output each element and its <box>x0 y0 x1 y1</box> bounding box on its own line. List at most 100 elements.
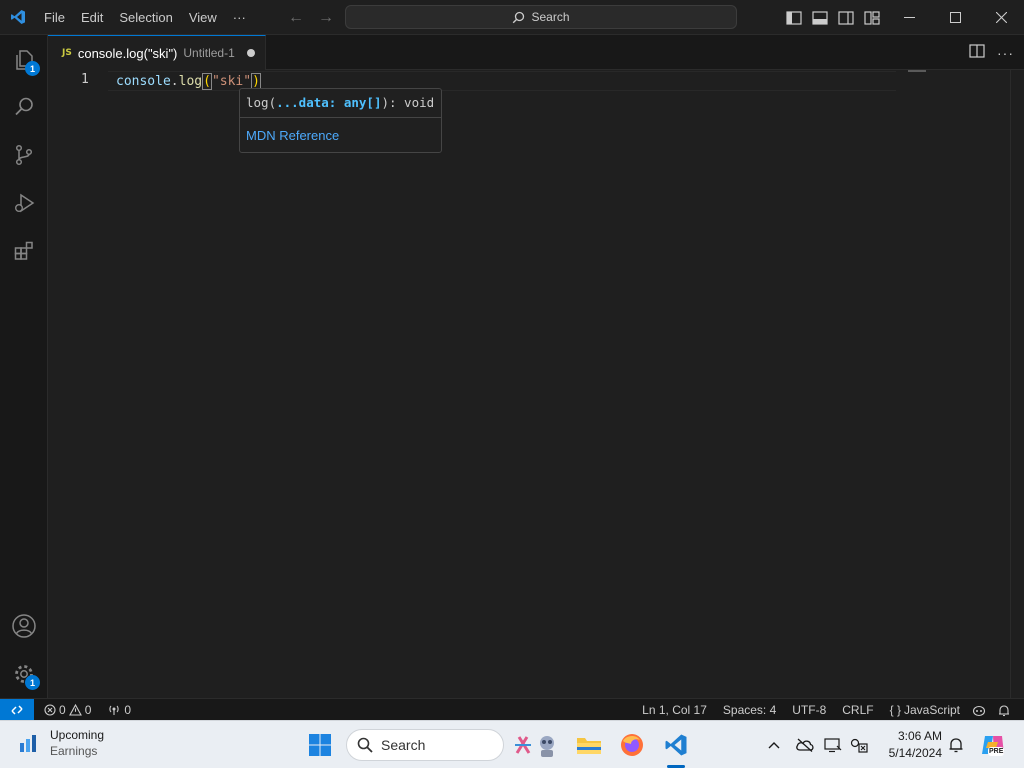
start-button[interactable] <box>308 733 332 757</box>
copilot-pre-badge: PRE <box>988 747 1005 756</box>
activity-bar: 1 1 <box>0 35 48 698</box>
activity-extensions[interactable] <box>0 227 48 275</box>
code-token-object: console <box>116 74 171 89</box>
settings-badge: 1 <box>25 675 40 690</box>
menu-bar: File Edit Selection View ··· <box>36 0 254 35</box>
problems-indicator[interactable]: 0 0 <box>38 703 97 717</box>
indentation[interactable]: Spaces: 4 <box>717 703 782 717</box>
navigation-arrows: ← → <box>286 0 336 35</box>
menu-view[interactable]: View <box>181 0 225 35</box>
menu-selection[interactable]: Selection <box>111 0 180 35</box>
activity-source-control[interactable] <box>0 131 48 179</box>
notifications-bell-icon[interactable] <box>992 704 1016 717</box>
code-token-dot: . <box>170 74 179 89</box>
code-token-function: log <box>178 74 203 89</box>
toggle-panel-icon[interactable] <box>811 9 829 27</box>
encoding[interactable]: UTF-8 <box>786 703 832 717</box>
firefox-icon[interactable] <box>616 729 648 761</box>
language-mode[interactable]: { } JavaScript <box>884 703 966 717</box>
minimize-icon[interactable] <box>886 0 932 35</box>
error-icon <box>44 703 56 716</box>
back-arrow-icon[interactable]: ← <box>286 9 306 27</box>
split-editor-icon[interactable] <box>969 44 985 61</box>
widget-subtitle: Earnings <box>50 744 98 758</box>
signature-parameter: ...data: any[] <box>276 95 382 110</box>
show-hidden-icons-chevron-icon[interactable] <box>764 741 784 749</box>
run-debug-icon <box>15 193 35 213</box>
more-actions-icon[interactable]: ··· <box>997 45 1014 61</box>
javascript-file-icon: JS <box>62 48 72 58</box>
end-of-line[interactable]: CRLF <box>836 703 879 717</box>
hover-divider <box>240 117 441 118</box>
status-bar: 0 0 0 Ln 1, Col 17 Spaces: 4 UTF-8 CRLF … <box>0 698 1024 721</box>
broadcast-icon <box>109 705 120 715</box>
window-controls <box>886 0 1024 35</box>
stock-chart-icon <box>20 735 36 752</box>
windows-taskbar: Upcoming Earnings Search 3:06 AM 5/14/20… <box>0 720 1024 768</box>
menu-edit[interactable]: Edit <box>73 0 111 35</box>
activity-search[interactable] <box>0 83 48 131</box>
customize-layout-icon[interactable] <box>863 9 881 27</box>
network-status-icon[interactable] <box>846 737 872 753</box>
code-editor[interactable]: 1 console.log("ski") <box>48 70 1024 698</box>
line-number: 1 <box>81 72 89 87</box>
onedrive-offline-icon[interactable] <box>790 738 820 752</box>
toggle-primary-sidebar-icon[interactable] <box>785 9 803 27</box>
activity-manage[interactable]: 1 <box>0 650 48 698</box>
hover-signature: log(...data: any[]): void <box>246 95 434 110</box>
hover-tooltip: log(...data: any[]): void MDN Reference <box>239 88 442 153</box>
forward-arrow-icon[interactable]: → <box>316 9 336 27</box>
search-highlight-icon[interactable] <box>510 729 562 761</box>
editor-tab-bar: JS console.log("ski") Untitled-1 ··· <box>48 35 1024 70</box>
search-icon <box>357 737 373 753</box>
notifications-bell-icon[interactable] <box>948 737 964 757</box>
tab-description: Untitled-1 <box>183 46 235 60</box>
remote-icon <box>11 704 23 715</box>
menu-file[interactable]: File <box>36 0 73 35</box>
status-bar-right: Ln 1, Col 17 Spaces: 4 UTF-8 CRLF { } Ja… <box>636 699 1016 721</box>
search-icon <box>15 97 33 116</box>
signature-prefix: log( <box>246 95 277 110</box>
language-label: JavaScript <box>903 703 960 717</box>
signature-suffix: ): void <box>381 95 435 110</box>
menu-more[interactable]: ··· <box>225 0 254 35</box>
search-icon <box>513 11 525 23</box>
system-tray <box>764 721 872 768</box>
toggle-secondary-sidebar-icon[interactable] <box>837 9 855 27</box>
copilot-status-icon[interactable] <box>966 704 992 717</box>
clock[interactable]: 3:06 AM 5/14/2024 <box>882 728 942 762</box>
widget-title: Upcoming <box>50 728 105 742</box>
editor-scrollbar[interactable] <box>1010 70 1024 698</box>
widgets-button[interactable]: Upcoming Earnings <box>18 727 104 759</box>
maximize-icon[interactable] <box>932 0 978 35</box>
braces-icon: { } <box>889 703 901 717</box>
code-token-open-paren: ( <box>202 73 212 90</box>
vscode-taskbar-icon[interactable] <box>660 729 692 761</box>
windows-logo-icon <box>309 734 331 756</box>
display-icon[interactable] <box>820 737 846 753</box>
activity-accounts[interactable] <box>0 602 48 650</box>
unsaved-dot-icon[interactable] <box>246 49 255 57</box>
taskbar-search-label: Search <box>381 737 426 753</box>
copilot-icon[interactable]: PRE <box>980 732 1006 758</box>
activity-run-debug[interactable] <box>0 179 48 227</box>
file-explorer-icon[interactable] <box>573 729 605 761</box>
editor-tab-active[interactable]: JS console.log("ski") Untitled-1 <box>48 35 266 70</box>
ports-indicator[interactable]: 0 <box>101 703 137 717</box>
editor-actions: ··· <box>969 35 1014 70</box>
cursor-position[interactable]: Ln 1, Col 17 <box>636 703 713 717</box>
source-control-icon <box>15 144 33 166</box>
warning-count: 0 <box>84 702 92 717</box>
activity-explorer[interactable]: 1 <box>0 36 48 84</box>
mdn-reference-link[interactable]: MDN Reference <box>246 128 339 143</box>
vscode-logo-icon[interactable] <box>0 0 36 35</box>
close-icon[interactable] <box>978 0 1024 35</box>
account-icon <box>12 614 36 638</box>
command-center-search[interactable]: Search <box>345 5 737 29</box>
warning-icon <box>68 703 82 716</box>
taskbar-search[interactable]: Search <box>346 729 504 761</box>
title-bar: File Edit Selection View ··· ← → Search <box>0 0 1024 35</box>
search-label: Search <box>531 10 570 24</box>
error-count: 0 <box>59 702 66 717</box>
remote-indicator[interactable] <box>0 698 34 721</box>
